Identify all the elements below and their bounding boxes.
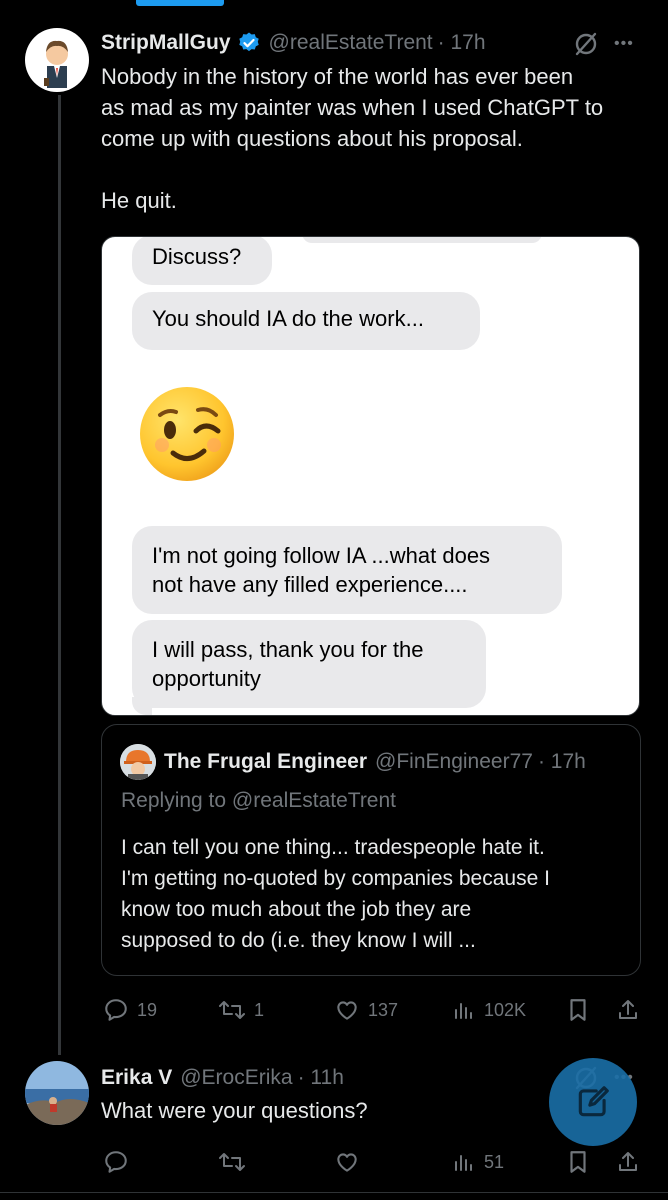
tweet-text-line: Nobody in the history of the world has e… xyxy=(101,64,574,89)
quote-tweet[interactable]: The Frugal Engineer @FinEngineer77 · 17h… xyxy=(101,724,641,976)
reply-header: Erika V @ErocErika · 11h xyxy=(101,1063,344,1093)
share-button[interactable] xyxy=(616,997,640,1023)
reply-author-name[interactable]: Erika V xyxy=(101,1066,172,1090)
quote-text-line: I'm getting no-quoted by companies becau… xyxy=(121,867,550,890)
reply-button[interactable]: 19 xyxy=(103,997,157,1023)
repost-icon xyxy=(218,997,246,1023)
bubble-line: I'm not going follow IA ...what does xyxy=(152,543,491,568)
quote-avatar xyxy=(120,744,156,780)
tweet-header: StripMallGuy @realEstateTrent · 17h xyxy=(101,28,486,58)
quote-text-line: I can tell you one thing... tradespeople… xyxy=(121,836,545,859)
tweet-header-icons: ••• xyxy=(572,30,634,58)
reply-author-handle[interactable]: @ErocErika xyxy=(180,1066,292,1090)
like-count: 137 xyxy=(368,999,399,1020)
reply-icon xyxy=(103,1149,129,1175)
heart-icon xyxy=(334,997,360,1023)
grok-icon[interactable] xyxy=(572,30,600,58)
compose-icon xyxy=(574,1083,612,1121)
bubble-line: opportunity xyxy=(152,666,261,691)
tweet-text-line: He quit. xyxy=(101,188,177,213)
bookmark-icon xyxy=(567,997,589,1023)
heart-icon xyxy=(334,1149,360,1175)
views-icon xyxy=(452,1149,476,1175)
tweet-text-line: come up with questions about his proposa… xyxy=(101,126,523,151)
reply-count: 19 xyxy=(137,999,158,1020)
replying-to[interactable]: Replying to @realEstateTrent xyxy=(121,789,396,813)
repost-count: 1 xyxy=(254,999,265,1020)
reply-time[interactable]: · 11h xyxy=(298,1066,344,1090)
bookmark-icon xyxy=(567,1149,589,1175)
message-bubble: Discuss? xyxy=(132,237,272,285)
reply-avatar[interactable] xyxy=(25,1061,89,1125)
bookmark-button[interactable] xyxy=(567,997,589,1023)
quote-text: I can tell you one thing... tradespeople… xyxy=(121,832,550,956)
avatar[interactable] xyxy=(25,28,89,92)
scroll-indicator xyxy=(136,0,224,6)
views-icon xyxy=(452,997,476,1023)
tweet-text: Nobody in the history of the world has e… xyxy=(101,61,603,154)
repost-icon xyxy=(218,1149,246,1175)
quote-header: The Frugal Engineer @FinEngineer77 · 17h xyxy=(120,744,586,780)
quote-text-line: know too much about the job they are xyxy=(121,898,472,921)
cropped-bubble xyxy=(302,237,542,243)
more-icon[interactable]: ••• xyxy=(614,35,634,53)
repost-button[interactable] xyxy=(218,1149,246,1175)
like-button[interactable] xyxy=(334,1149,360,1175)
tweet-image[interactable]: Discuss? You should IA do the work... I'… xyxy=(101,236,640,716)
wink-emoji xyxy=(138,385,236,483)
tweet-time[interactable]: · 17h xyxy=(438,31,486,55)
reply-text: What were your questions? xyxy=(101,1098,368,1123)
quote-author-name[interactable]: The Frugal Engineer xyxy=(164,750,367,774)
bubble-line: not have any filled experience.... xyxy=(152,572,468,597)
views-button[interactable]: 51 xyxy=(452,1149,504,1175)
repost-button[interactable]: 1 xyxy=(218,997,264,1023)
views-count: 102K xyxy=(484,999,527,1020)
reply-icon xyxy=(103,997,129,1023)
message-bubble: I'm not going follow IA ...what does not… xyxy=(132,526,562,614)
bookmark-button[interactable] xyxy=(567,1149,589,1175)
tweet-text-line: as mad as my painter was when I used Cha… xyxy=(101,95,604,120)
quote-time[interactable]: · 17h xyxy=(538,750,586,774)
views-count: 51 xyxy=(484,1151,505,1172)
quote-author-handle[interactable]: @FinEngineer77 xyxy=(375,750,533,774)
share-button[interactable] xyxy=(616,1149,640,1175)
compose-button[interactable] xyxy=(549,1058,637,1146)
share-icon xyxy=(616,1149,640,1175)
message-bubble: I will pass, thank you for the opportuni… xyxy=(132,620,486,708)
author-handle[interactable]: @realEstateTrent xyxy=(269,31,433,55)
bubble-line: I will pass, thank you for the xyxy=(152,637,424,662)
quote-text-line: supposed to do (i.e. they know I will ..… xyxy=(121,929,476,952)
message-bubble: You should IA do the work... xyxy=(132,292,480,350)
reply-button[interactable] xyxy=(103,1149,129,1175)
bubble-tail xyxy=(132,697,152,715)
author-name[interactable]: StripMallGuy xyxy=(101,31,231,55)
share-icon xyxy=(616,997,640,1023)
thread-line xyxy=(58,95,61,1055)
divider xyxy=(0,1192,668,1193)
verified-badge-icon xyxy=(237,31,261,55)
views-button[interactable]: 102K xyxy=(452,997,526,1023)
like-button[interactable]: 137 xyxy=(334,997,398,1023)
